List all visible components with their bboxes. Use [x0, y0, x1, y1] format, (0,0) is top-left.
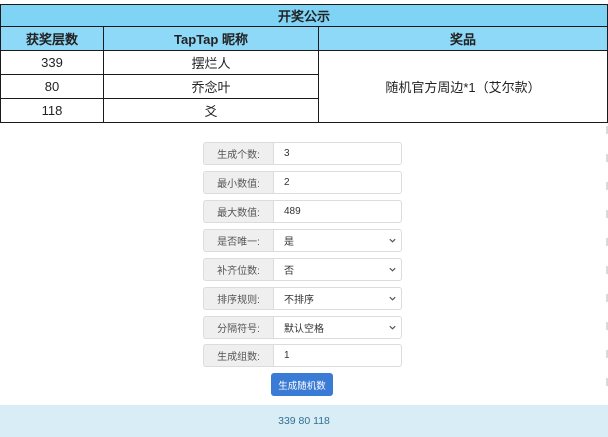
separator-row: 分隔符号: 默认空格 — [203, 316, 402, 339]
prize-announcement-table: 开奖公示 获奖层数 TapTap 昵称 奖品 339 摆烂人 随机官方周边*1（… — [0, 4, 608, 123]
groups-row: 生成组数: 1 — [203, 344, 402, 367]
floor-cell: 339 — [0, 50, 104, 75]
chevron-down-icon — [389, 325, 396, 330]
sort-label: 排序规则: — [203, 287, 273, 310]
sort-select[interactable]: 不排序 — [273, 287, 402, 310]
max-label: 最大数值: — [203, 200, 273, 223]
header-prize: 奖品 — [318, 26, 608, 51]
result-output: 339 80 118 — [0, 405, 608, 437]
max-row: 最大数值: 489 — [203, 200, 402, 223]
pad-select[interactable]: 否 — [273, 258, 402, 281]
sort-select-value: 不排序 — [284, 295, 314, 306]
pad-label: 补齐位数: — [203, 258, 273, 281]
floor-cell: 118 — [0, 98, 104, 123]
unique-row: 是否唯一: 是 — [203, 229, 402, 252]
floor-cell: 80 — [0, 74, 104, 99]
separator-label: 分隔符号: — [203, 316, 273, 339]
max-input[interactable]: 489 — [273, 200, 402, 223]
nickname-cell: 爻 — [103, 98, 319, 123]
generate-button[interactable]: 生成随机数 — [271, 373, 333, 396]
separator-select[interactable]: 默认空格 — [273, 316, 402, 339]
unique-label: 是否唯一: — [203, 229, 273, 252]
min-label: 最小数值: — [203, 171, 273, 194]
nickname-cell: 乔念叶 — [103, 74, 319, 99]
count-input[interactable]: 3 — [273, 142, 402, 165]
count-label: 生成个数: — [203, 142, 273, 165]
pad-select-value: 否 — [284, 266, 294, 277]
unique-select[interactable]: 是 — [273, 229, 402, 252]
header-floor: 获奖层数 — [0, 26, 104, 51]
groups-input[interactable]: 1 — [273, 344, 402, 367]
header-nickname: TapTap 昵称 — [103, 26, 319, 51]
pad-row: 补齐位数: 否 — [203, 258, 402, 281]
sort-row: 排序规则: 不排序 — [203, 287, 402, 310]
chevron-down-icon — [389, 296, 396, 301]
chevron-down-icon — [389, 267, 396, 272]
min-row: 最小数值: 2 — [203, 171, 402, 194]
separator-select-value: 默认空格 — [284, 324, 324, 335]
nickname-cell: 摆烂人 — [103, 50, 319, 75]
min-input[interactable]: 2 — [273, 171, 402, 194]
table-row: 339 摆烂人 随机官方周边*1（艾尔款） — [0, 50, 608, 123]
prize-cell: 随机官方周边*1（艾尔款） — [318, 50, 608, 123]
count-row: 生成个数: 3 — [203, 142, 402, 165]
chevron-down-icon — [389, 238, 396, 243]
unique-select-value: 是 — [284, 237, 294, 248]
groups-label: 生成组数: — [203, 344, 273, 367]
table-title: 开奖公示 — [0, 4, 608, 27]
